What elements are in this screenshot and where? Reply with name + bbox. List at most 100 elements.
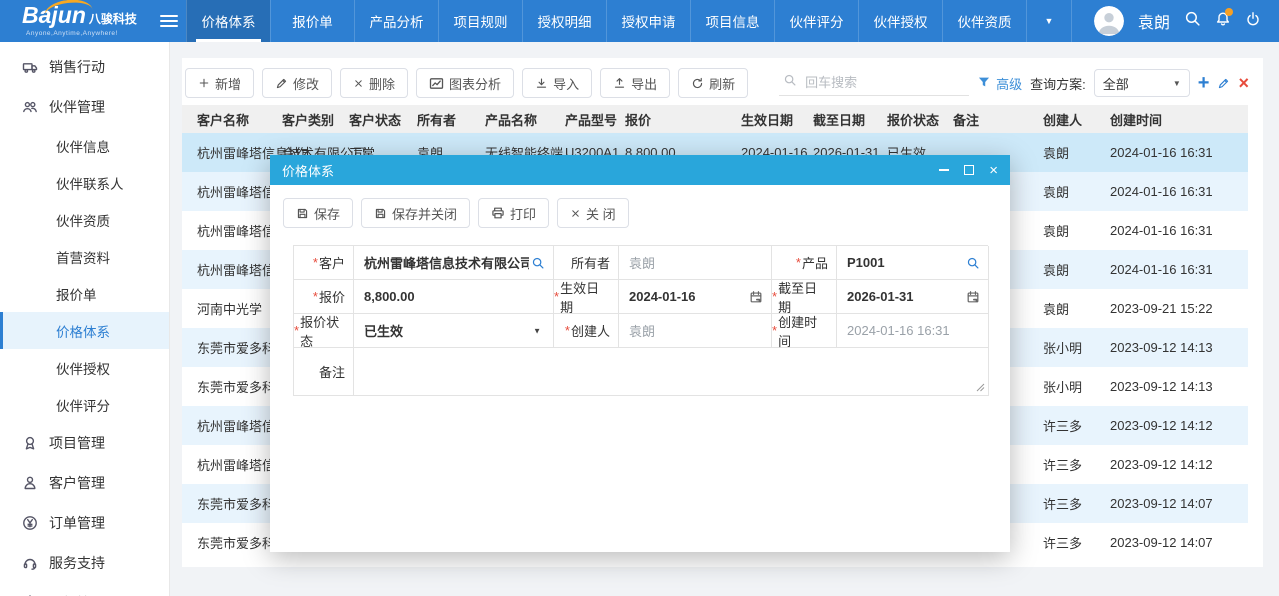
search-input[interactable] (803, 74, 965, 91)
dialog-button-label: 保存 (314, 204, 340, 223)
sidebar-item-1-1[interactable]: 伙伴联系人 (0, 164, 169, 201)
close-icon[interactable]: × (989, 164, 998, 176)
sidebar-item-1-6[interactable]: 伙伴授权 (0, 349, 169, 386)
toolbar-button-label: 修改 (293, 74, 319, 93)
dialog-button-label: 打印 (510, 204, 536, 223)
nav-tab-5[interactable]: 授权申请 (606, 0, 690, 42)
field-readonly-创建时间: 2024-01-16 16:31 (837, 314, 989, 348)
sidebar-group-5[interactable]: 服务支持 (0, 543, 169, 583)
nav-tab-0[interactable]: 价格体系 (186, 0, 270, 42)
hamburger-icon[interactable] (152, 0, 186, 42)
required-asterisk: * (565, 323, 570, 338)
search-cluster: 高级 查询方案: 全部 ▼ + × (779, 69, 1249, 97)
column-header-6[interactable]: 报价 (625, 105, 741, 133)
calendar-icon[interactable] (749, 290, 763, 304)
dialog-titlebar[interactable]: 价格体系 × (270, 155, 1010, 185)
sidebar-group-3[interactable]: 客户管理 (0, 463, 169, 503)
dialog-button-2[interactable]: 打印 (478, 198, 549, 228)
column-header-2[interactable]: 客户状态 (349, 105, 417, 133)
column-header-5[interactable]: 产品型号 (565, 105, 625, 133)
toolbar-button-6[interactable]: 刷新 (678, 68, 748, 98)
dialog-button-3[interactable]: 关 闭 (557, 198, 629, 228)
chevron-down-icon: ▼ (1173, 79, 1181, 88)
toolbar-button-4[interactable]: 导入 (522, 68, 592, 98)
minimize-icon[interactable] (939, 164, 949, 176)
toolbar-button-0[interactable]: 新增 (185, 68, 254, 98)
column-header-0[interactable]: 客户名称 (182, 105, 282, 133)
user-name[interactable]: 袁朗 (1138, 9, 1170, 33)
sidebar-item-1-7[interactable]: 伙伴评分 (0, 386, 169, 423)
table-cell: 东莞市爱多科技 (182, 523, 282, 562)
column-header-3[interactable]: 所有者 (417, 105, 485, 133)
field-date-生效日期[interactable]: 2024-01-16 (619, 280, 772, 314)
calendar-icon[interactable] (966, 290, 980, 304)
person-icon (22, 475, 38, 491)
field-lookup-客户[interactable]: 杭州雷峰塔信息技术有限公司 (354, 246, 554, 280)
sidebar-group-4[interactable]: 订单管理 (0, 503, 169, 543)
nav-tab-8[interactable]: 伙伴授权 (858, 0, 942, 42)
maximize-icon[interactable] (964, 164, 974, 176)
user-avatar-icon[interactable] (1094, 6, 1124, 36)
sidebar-group-2[interactable]: 项目管理 (0, 423, 169, 463)
sidebar-item-1-4[interactable]: 报价单 (0, 275, 169, 312)
sidebar-item-1-3[interactable]: 首营资料 (0, 238, 169, 275)
sidebar-item-1-0[interactable]: 伙伴信息 (0, 127, 169, 164)
toolbar-button-2[interactable]: 删除 (340, 68, 408, 98)
nav-tab-2[interactable]: 产品分析 (354, 0, 438, 42)
toolbar-button-3[interactable]: 图表分析 (416, 68, 514, 98)
edit-plan-button[interactable] (1217, 77, 1230, 90)
search-icon[interactable] (531, 256, 545, 270)
search-icon[interactable] (1184, 10, 1201, 32)
table-cell: 杭州雷峰塔信息技术有限公司 (182, 250, 282, 289)
toolbar-button-label: 新增 (215, 74, 241, 93)
nav-tab-9[interactable]: 伙伴资质 (942, 0, 1026, 42)
column-header-1[interactable]: 客户类别 (282, 105, 349, 133)
nav-tab-3[interactable]: 项目规则 (438, 0, 522, 42)
more-tabs-button[interactable]: ▼ (1026, 0, 1072, 42)
power-icon[interactable] (1245, 11, 1261, 32)
sidebar-group-1[interactable]: 伙伴管理 (0, 87, 169, 127)
delete-plan-button[interactable]: × (1238, 74, 1249, 92)
field-text-报价[interactable]: 8,800.00 (354, 280, 554, 314)
column-header-7[interactable]: 生效日期 (741, 105, 813, 133)
field-value: 2026-01-31 (847, 289, 914, 304)
nav-tab-7[interactable]: 伙伴评分 (774, 0, 858, 42)
query-plan-label: 查询方案: (1030, 74, 1086, 93)
column-header-4[interactable]: 产品名称 (485, 105, 565, 133)
table-cell: 2023-09-12 14:13 (1110, 367, 1248, 406)
field-lookup-产品[interactable]: P1001 (837, 246, 989, 280)
bell-icon[interactable] (1215, 11, 1231, 32)
nav-tab-1[interactable]: 报价单 (270, 0, 354, 42)
sidebar-group-label: 客户管理 (49, 473, 105, 493)
logo-tagline: Anyone,Anytime,Anywhere! (26, 30, 152, 37)
add-plan-button[interactable]: + (1198, 73, 1210, 93)
column-header-8[interactable]: 截至日期 (813, 105, 887, 133)
dialog-button-0[interactable]: 保存 (283, 198, 353, 228)
funnel-icon (977, 75, 991, 92)
column-header-12[interactable]: 创建时间 (1110, 105, 1248, 133)
column-header-10[interactable]: 备注 (953, 105, 1043, 133)
resize-handle-icon[interactable] (976, 383, 985, 392)
toolbar-button-label: 图表分析 (449, 74, 501, 93)
table-cell: 杭州雷峰塔信息技术有限公司 (182, 133, 282, 172)
field-date-截至日期[interactable]: 2026-01-31 (837, 280, 989, 314)
nav-tab-4[interactable]: 授权明细 (522, 0, 606, 42)
field-select-报价状态[interactable]: 已生效▼ (354, 314, 554, 348)
sidebar-item-1-2[interactable]: 伙伴资质 (0, 201, 169, 238)
dialog-button-1[interactable]: 保存并关闭 (361, 198, 470, 228)
toolbar-button-5[interactable]: 导出 (600, 68, 670, 98)
query-plan-select[interactable]: 全部 ▼ (1094, 69, 1190, 97)
sidebar-group-6[interactable]: 目标管理 (0, 583, 169, 596)
sidebar-item-1-5[interactable]: 价格体系 (0, 312, 169, 349)
field-value: P1001 (847, 255, 885, 270)
field-textarea-备注[interactable] (354, 348, 989, 396)
column-header-9[interactable]: 报价状态 (887, 105, 953, 133)
search-icon[interactable] (966, 256, 980, 270)
required-asterisk: * (313, 255, 318, 270)
column-header-11[interactable]: 创建人 (1043, 105, 1110, 133)
advanced-filter-button[interactable]: 高级 (977, 74, 1022, 93)
sidebar-group-0[interactable]: 销售行动 (0, 47, 169, 87)
nav-tab-6[interactable]: 项目信息 (690, 0, 774, 42)
toolbar-button-1[interactable]: 修改 (262, 68, 332, 98)
medal-icon (22, 435, 38, 451)
